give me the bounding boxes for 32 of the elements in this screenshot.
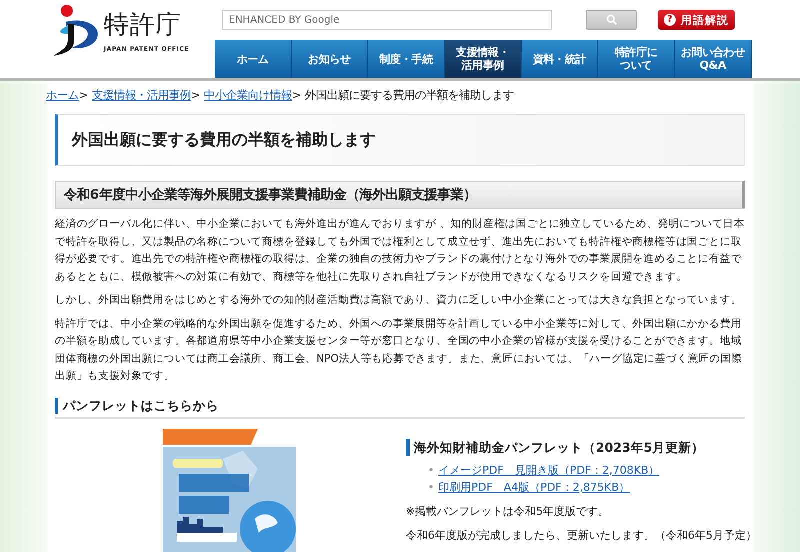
nav-tab[interactable]: 特許庁に ついて xyxy=(598,40,676,78)
page-title: 外国出願に要する費用の半額を補助します xyxy=(55,114,745,166)
pdf-link[interactable]: イメージPDF 見開き版（PDF：2,708KB） xyxy=(438,464,660,476)
breadcrumb-link[interactable]: ホーム xyxy=(46,89,79,102)
nav-tab[interactable]: 制度・手続 xyxy=(368,40,446,78)
note-text: ※掲載パンフレットは令和5年度版です。 xyxy=(406,504,610,518)
search-field[interactable]: ENHANCED BY Google xyxy=(222,10,552,30)
paragraph: 経済のグローバル化に伴い、中小企業においても海外進出が進んでおりますが 、知的財産権は国ごとに独立しているため、発明について日本で特許を取得し、又は製品の名称について商標を登録しても外国では権利として成立せず、進出先においても特許権や商標権等は国ごとに取得が必要です。進出先での特許権や商標権の取得は、企業の独自の技術力やブランドの裏付けとなり海外での事業展開を進めることに有益であるとともに、模倣被害への対策に有効で、商標等を他社に先取りされ自社ブランドが使用できなくなるリスクを回避できます。 xyxy=(55,217,745,284)
bullet-marker: • xyxy=(428,464,434,476)
paragraph: 特許庁では、中小企業の戦略的な外国出願を促進するため、外国への事業展開等を計画している中小企業等に対して、外国出願にかかる費用の半額を助成しています。各都道府県等中小企業支援センター等が窓口となり、全国の中小企業の皆様が支援を受けることができます。地域団体商標の外国出願については商工会議所、商工会、NPO法人等も応募できます。また、意匠においては、「ハーグ協定に基づく意匠の国際出願」も支援対象です。 xyxy=(55,316,744,384)
glossary-button[interactable]: ? 用語解説 xyxy=(658,10,735,30)
note-text: 令和6年度版が完成しましたら、更新いたします。（令和6年5月予定） xyxy=(406,528,757,542)
breadcrumb-separator: > xyxy=(292,89,302,102)
breadcrumb-link[interactable]: 支援情報・活用事例 xyxy=(92,89,192,102)
nav-tab[interactable]: お問い合わせ Q&A xyxy=(675,40,752,78)
section-title: 令和6年度中小企業等海外展開支援事業費補助金（海外出願支援事業） xyxy=(55,181,745,209)
nav-tab[interactable]: お知らせ xyxy=(292,40,368,78)
breadcrumb-separator: > xyxy=(79,89,88,102)
paragraph: しかし、外国出願費用をはじめとする海外での知的財産活動費は高額であり、資力に乏しい中小企業にとっては大きな負担となっています。 xyxy=(55,293,743,308)
pamphlet-heading: 海外知財補助金パンフレット（2023年5月更新） xyxy=(406,438,757,456)
section-heading: パンフレットはこちらから xyxy=(55,398,219,414)
nav-tab[interactable]: 資料・統計 xyxy=(522,40,598,78)
breadcrumb-link[interactable]: 中小企業向け情報 xyxy=(204,89,292,102)
nav-tab[interactable]: ホーム xyxy=(215,40,292,78)
logo-name: 特許庁 xyxy=(104,10,183,40)
search-icon xyxy=(606,14,618,26)
nav-tab[interactable]: 支援情報・ 活用事例 xyxy=(445,40,522,78)
pdf-link[interactable]: 印刷用PDF A4版（PDF：2,875KB） xyxy=(438,480,630,494)
bullet-marker: • xyxy=(428,480,434,494)
search-button[interactable] xyxy=(586,10,637,30)
breadcrumb-current: 外国出願に要する費用の半額を補助します xyxy=(305,89,514,102)
breadcrumb-separator: > xyxy=(191,89,201,102)
